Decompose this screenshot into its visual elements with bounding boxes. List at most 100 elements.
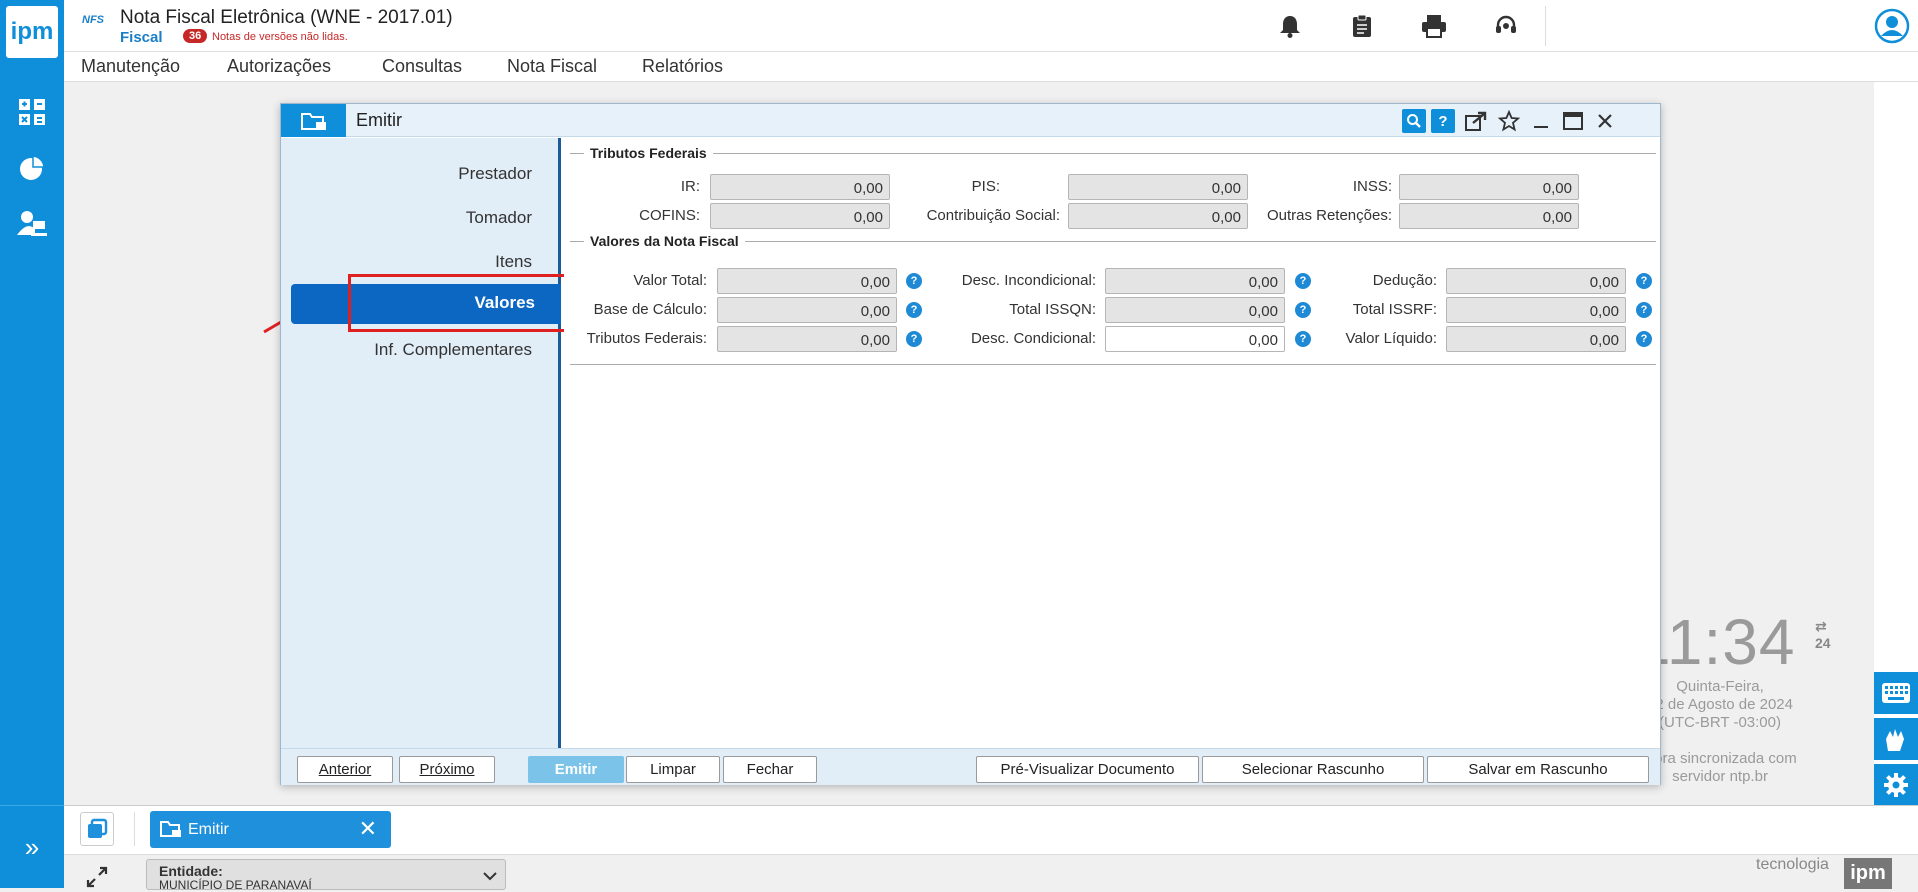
valor-total-help-icon[interactable]: ? xyxy=(906,273,922,289)
keyboard-icon[interactable] xyxy=(1874,672,1918,714)
valor-total-label: Valor Total: xyxy=(633,272,707,289)
window-minimize-icon[interactable] xyxy=(1529,109,1553,133)
entity-value: MUNICÍPIO DE PARANAVAÍ xyxy=(159,878,312,892)
section-divider xyxy=(570,364,1656,365)
selecionar-rascunho-button[interactable]: Selecionar Rascunho xyxy=(1202,756,1424,783)
ipm-logo[interactable]: ipm xyxy=(6,6,58,58)
section-divider xyxy=(570,153,1656,154)
notification-text[interactable]: Notas de versões não lidas. xyxy=(212,31,348,43)
inss-field: 0,00 xyxy=(1399,174,1579,200)
header-separator xyxy=(1545,6,1546,46)
pis-label: PIS: xyxy=(971,178,1000,195)
contribuicao-social-label: Contribuição Social: xyxy=(926,207,1060,224)
menu-nota-fiscal[interactable]: Nota Fiscal xyxy=(507,56,597,77)
chevron-down-icon xyxy=(483,868,497,886)
main-menu-bar: Manutenção Autorizações Consultas Nota F… xyxy=(64,52,1918,82)
desc-incondicional-field: 0,00 xyxy=(1105,268,1285,294)
menu-consultas[interactable]: Consultas xyxy=(382,56,462,77)
window-help-icon[interactable]: ? xyxy=(1431,109,1455,133)
window-share-icon[interactable] xyxy=(1464,109,1488,133)
taskbar-lower-strip: Entidade: MUNICÍPIO DE PARANAVAÍ xyxy=(64,854,1918,892)
taskbar-task-close-icon[interactable]: ✕ xyxy=(359,816,377,842)
menu-manutencao[interactable]: Manutenção xyxy=(81,56,180,77)
pie-chart-icon[interactable] xyxy=(14,150,50,186)
section-valores-nota-title: Valores da Nota Fiscal xyxy=(584,233,745,249)
anterior-button[interactable]: Anterior xyxy=(297,756,393,783)
taskbar-separator xyxy=(134,812,135,846)
outras-retencoes-field: 0,00 xyxy=(1399,203,1579,229)
menu-autorizacoes[interactable]: Autorizações xyxy=(227,56,331,77)
entity-select[interactable]: Entidade: MUNICÍPIO DE PARANAVAÍ xyxy=(146,859,506,892)
inss-label: INSS: xyxy=(1352,178,1392,195)
emitir-button[interactable]: Emitir xyxy=(528,756,624,783)
step-prestador[interactable]: Prestador xyxy=(458,164,532,184)
window-search-icon[interactable] xyxy=(1402,109,1426,133)
window-close-icon[interactable] xyxy=(1593,109,1617,133)
tributos-federais-help-icon[interactable]: ? xyxy=(906,331,922,347)
expand-sidebar-icon[interactable]: » xyxy=(0,805,64,888)
window-titlebar[interactable]: Emitir ? xyxy=(281,104,1660,137)
total-issrf-label: Total ISSRF: xyxy=(1352,301,1437,318)
salvar-rascunho-button[interactable]: Salvar em Rascunho xyxy=(1427,756,1649,783)
user-account-icon[interactable] xyxy=(1874,8,1910,49)
nfs-logo: NFS xyxy=(82,14,104,26)
tributos-federais-field: 0,00 xyxy=(717,326,897,352)
step-itens[interactable]: Itens xyxy=(495,252,532,272)
menu-relatorios[interactable]: Relatórios xyxy=(642,56,723,77)
valor-total-field: 0,00 xyxy=(717,268,897,294)
desc-condicional-help-icon[interactable]: ? xyxy=(1295,331,1311,347)
printer-icon[interactable] xyxy=(1420,12,1448,40)
desc-condicional-input[interactable]: 0,00 xyxy=(1105,326,1285,352)
support-headset-icon[interactable] xyxy=(1492,12,1520,40)
window-button-bar: Anterior Próximo Emitir Limpar Fechar Pr… xyxy=(281,748,1660,785)
task-folder-icon xyxy=(160,820,182,843)
folder-icon xyxy=(281,104,346,137)
base-calculo-help-icon[interactable]: ? xyxy=(906,302,922,318)
base-calculo-field: 0,00 xyxy=(717,297,897,323)
total-issqn-label: Total ISSQN: xyxy=(1009,301,1096,318)
clipboard-icon[interactable] xyxy=(1348,12,1376,40)
notification-count-badge[interactable]: 36 xyxy=(183,29,208,43)
brand-text: tecnologia xyxy=(1756,856,1829,873)
deducao-field: 0,00 xyxy=(1446,268,1626,294)
valor-liquido-field: 0,00 xyxy=(1446,326,1626,352)
limpar-button[interactable]: Limpar xyxy=(626,756,720,783)
brand-logo: ipm xyxy=(1844,858,1892,889)
taskbar: Emitir ✕ Entidade: MUNICÍPIO DE PARANAVA… xyxy=(64,805,1918,892)
cofins-label: COFINS: xyxy=(639,207,700,224)
contribuicao-social-field: 0,00 xyxy=(1068,203,1248,229)
app-header: NFS Nota Fiscal Eletrônica (WNE - 2017.0… xyxy=(64,0,1918,52)
user-desk-icon[interactable] xyxy=(14,206,50,242)
total-issqn-field: 0,00 xyxy=(1105,297,1285,323)
deducao-help-icon[interactable]: ? xyxy=(1636,273,1652,289)
step-inf-complementares[interactable]: Inf. Complementares xyxy=(374,340,532,360)
app-module: Fiscal xyxy=(120,29,163,46)
deducao-label: Dedução: xyxy=(1372,272,1437,289)
app-title: Nota Fiscal Eletrônica (WNE - 2017.01) xyxy=(120,7,453,28)
clock-format-toggle[interactable]: ⇄ 24 xyxy=(1815,618,1831,651)
desc-incondicional-help-icon[interactable]: ? xyxy=(1295,273,1311,289)
settings-gear-icon[interactable] xyxy=(1874,764,1918,806)
total-issrf-help-icon[interactable]: ? xyxy=(1636,302,1652,318)
tributos-federais-label: Tributos Federais: xyxy=(586,330,707,347)
annotation-highlight-box xyxy=(348,274,568,332)
valor-liquido-label: Valor Líquido: xyxy=(1345,330,1437,347)
window-maximize-icon[interactable] xyxy=(1561,109,1585,133)
fechar-button[interactable]: Fechar xyxy=(723,756,817,783)
base-calculo-label: Base de Cálculo: xyxy=(593,301,707,318)
taskbar-task-emitir[interactable]: Emitir ✕ xyxy=(150,811,391,848)
total-issqn-help-icon[interactable]: ? xyxy=(1295,302,1311,318)
step-tomador[interactable]: Tomador xyxy=(466,208,532,228)
pis-field: 0,00 xyxy=(1068,174,1248,200)
calculator-icon[interactable] xyxy=(14,94,50,130)
pre-visualizar-button[interactable]: Pré-Visualizar Documento xyxy=(976,756,1199,783)
bell-icon[interactable] xyxy=(1276,12,1304,40)
windows-list-icon[interactable] xyxy=(80,812,114,846)
proximo-button[interactable]: Próximo xyxy=(399,756,495,783)
taskbar-task-label: Emitir xyxy=(188,821,229,838)
emitir-window: Emitir ? Prestador Tomador Itens Valores… xyxy=(280,103,1661,785)
sign-language-icon[interactable] xyxy=(1874,718,1918,760)
window-favorite-star-icon[interactable] xyxy=(1497,109,1521,133)
valor-liquido-help-icon[interactable]: ? xyxy=(1636,331,1652,347)
ir-label: IR: xyxy=(680,178,700,195)
